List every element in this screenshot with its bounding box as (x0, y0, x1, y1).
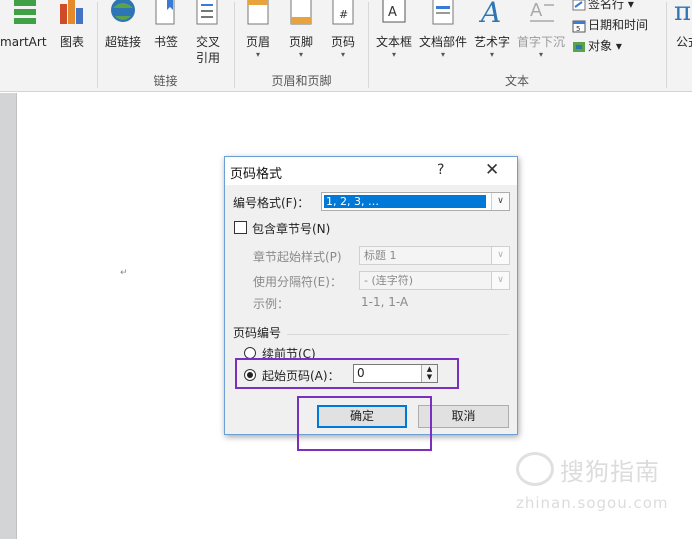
footer-icon (290, 0, 312, 25)
separator-value: - (连字符) (364, 274, 414, 287)
example-label: 示例： (253, 297, 290, 311)
textbox-icon: A (382, 0, 406, 23)
separator-select[interactable]: - (连字符) ∨ (359, 271, 510, 290)
group-label-text: 文本 (504, 74, 529, 88)
sogou-logo-icon (516, 452, 554, 486)
highlight-start-at (235, 358, 459, 389)
paragraph-mark: ↵ (120, 268, 128, 278)
calendar-icon: 5 (572, 20, 586, 33)
group-divider-line (287, 334, 509, 335)
svg-text:5: 5 (576, 25, 580, 33)
chevron-down-icon[interactable]: ∨ (491, 272, 509, 289)
dropcap-button[interactable]: A 首字下沉 ▾ (514, 0, 568, 70)
number-format-label: 编号格式(F)： (233, 196, 310, 210)
close-icon[interactable]: ✕ (485, 160, 499, 180)
page-margin-gutter (0, 93, 17, 539)
chevron-down-icon: ▾ (340, 50, 345, 59)
quick-parts-icon (432, 0, 454, 25)
textbox-button[interactable]: A 文本框 ▾ (372, 0, 416, 70)
chapter-style-select[interactable]: 标题 1 ∨ (359, 246, 510, 265)
pi-icon: π (674, 0, 691, 27)
group-divider (666, 2, 667, 88)
chevron-down-icon: ▾ (298, 50, 303, 59)
group-label-header-footer: 页眉和页脚 (271, 74, 332, 88)
page-number-format-dialog: 页码格式 ? ✕ 编号格式(F)： 1, 2, 3, … ∨ 包含章节号(N) … (224, 156, 518, 435)
separator-label: 使用分隔符(E)： (253, 275, 342, 289)
help-icon[interactable]: ? (437, 162, 444, 178)
chart-button[interactable]: 图表 (54, 0, 90, 70)
svg-text:A: A (530, 0, 543, 21)
signature-icon (572, 0, 586, 10)
dropcap-icon: A (530, 0, 554, 22)
signature-line-button[interactable]: 签名行 ▾ (572, 0, 634, 13)
smartart-icon (14, 0, 36, 24)
object-icon (573, 41, 585, 52)
cross-reference-button[interactable]: 交叉 引用 (188, 0, 228, 70)
footer-button[interactable]: 页脚 ▾ (282, 0, 320, 70)
chevron-down-icon: ▾ (391, 50, 396, 59)
number-format-select[interactable]: 1, 2, 3, … ∨ (321, 192, 510, 211)
insert-ribbon: martArt 图表 超链接 书签 交叉 引用 链接 页眉 ▾ 页脚 ▾ # 页… (0, 0, 692, 92)
page-number-icon: # (332, 0, 354, 25)
chevron-down-icon: ▾ (440, 50, 445, 59)
dialog-title: 页码格式 (230, 167, 283, 182)
watermark: 搜狗指南 zhinan.sogou.com (514, 452, 674, 522)
header-button[interactable]: 页眉 ▾ (240, 0, 276, 70)
highlight-ok-button (297, 396, 432, 451)
object-button[interactable]: 对象 ▾ (572, 37, 622, 55)
svg-text:A: A (388, 5, 397, 20)
bookmark-icon (155, 0, 175, 25)
chapter-style-label: 章节起始样式(P) (253, 250, 342, 264)
globe-link-icon (111, 0, 135, 22)
page-number-button[interactable]: # 页码 ▾ (325, 0, 361, 70)
wordart-button[interactable]: A 艺术字 ▾ (471, 0, 513, 70)
svg-text:π: π (674, 0, 691, 27)
chevron-down-icon[interactable]: ∨ (491, 193, 509, 210)
chapter-style-value: 标题 1 (364, 249, 397, 262)
wordart-icon: A (478, 0, 501, 28)
svg-text:A: A (478, 0, 501, 28)
chevron-down-icon: ▾ (489, 50, 494, 59)
chevron-down-icon: ▾ (538, 50, 543, 59)
smartart-button[interactable]: martArt (0, 0, 50, 70)
header-icon (247, 0, 269, 25)
cross-reference-icon (196, 0, 218, 25)
quick-parts-button[interactable]: 文档部件 ▾ (417, 0, 469, 70)
hyperlink-button[interactable]: 超链接 (101, 0, 145, 70)
bookmark-button[interactable]: 书签 (148, 0, 184, 70)
group-label-links: 链接 (153, 74, 178, 88)
chevron-down-icon[interactable]: ∨ (491, 247, 509, 264)
svg-text:#: # (339, 8, 348, 21)
chevron-down-icon: ▾ (255, 50, 260, 59)
date-time-button[interactable]: 5 日期和时间 (572, 16, 648, 34)
include-chapter-checkbox[interactable] (234, 221, 247, 234)
dialog-title-bar[interactable]: 页码格式 ? ✕ (225, 157, 517, 185)
number-format-value: 1, 2, 3, … (324, 195, 486, 208)
page-numbering-group-label: 页码编号 (233, 326, 282, 340)
chart-icon (60, 0, 83, 24)
example-value: 1-1, 1-A (361, 295, 409, 309)
include-chapter-label: 包含章节号(N) (252, 222, 331, 236)
equation-button[interactable]: π 公式 (670, 0, 692, 70)
